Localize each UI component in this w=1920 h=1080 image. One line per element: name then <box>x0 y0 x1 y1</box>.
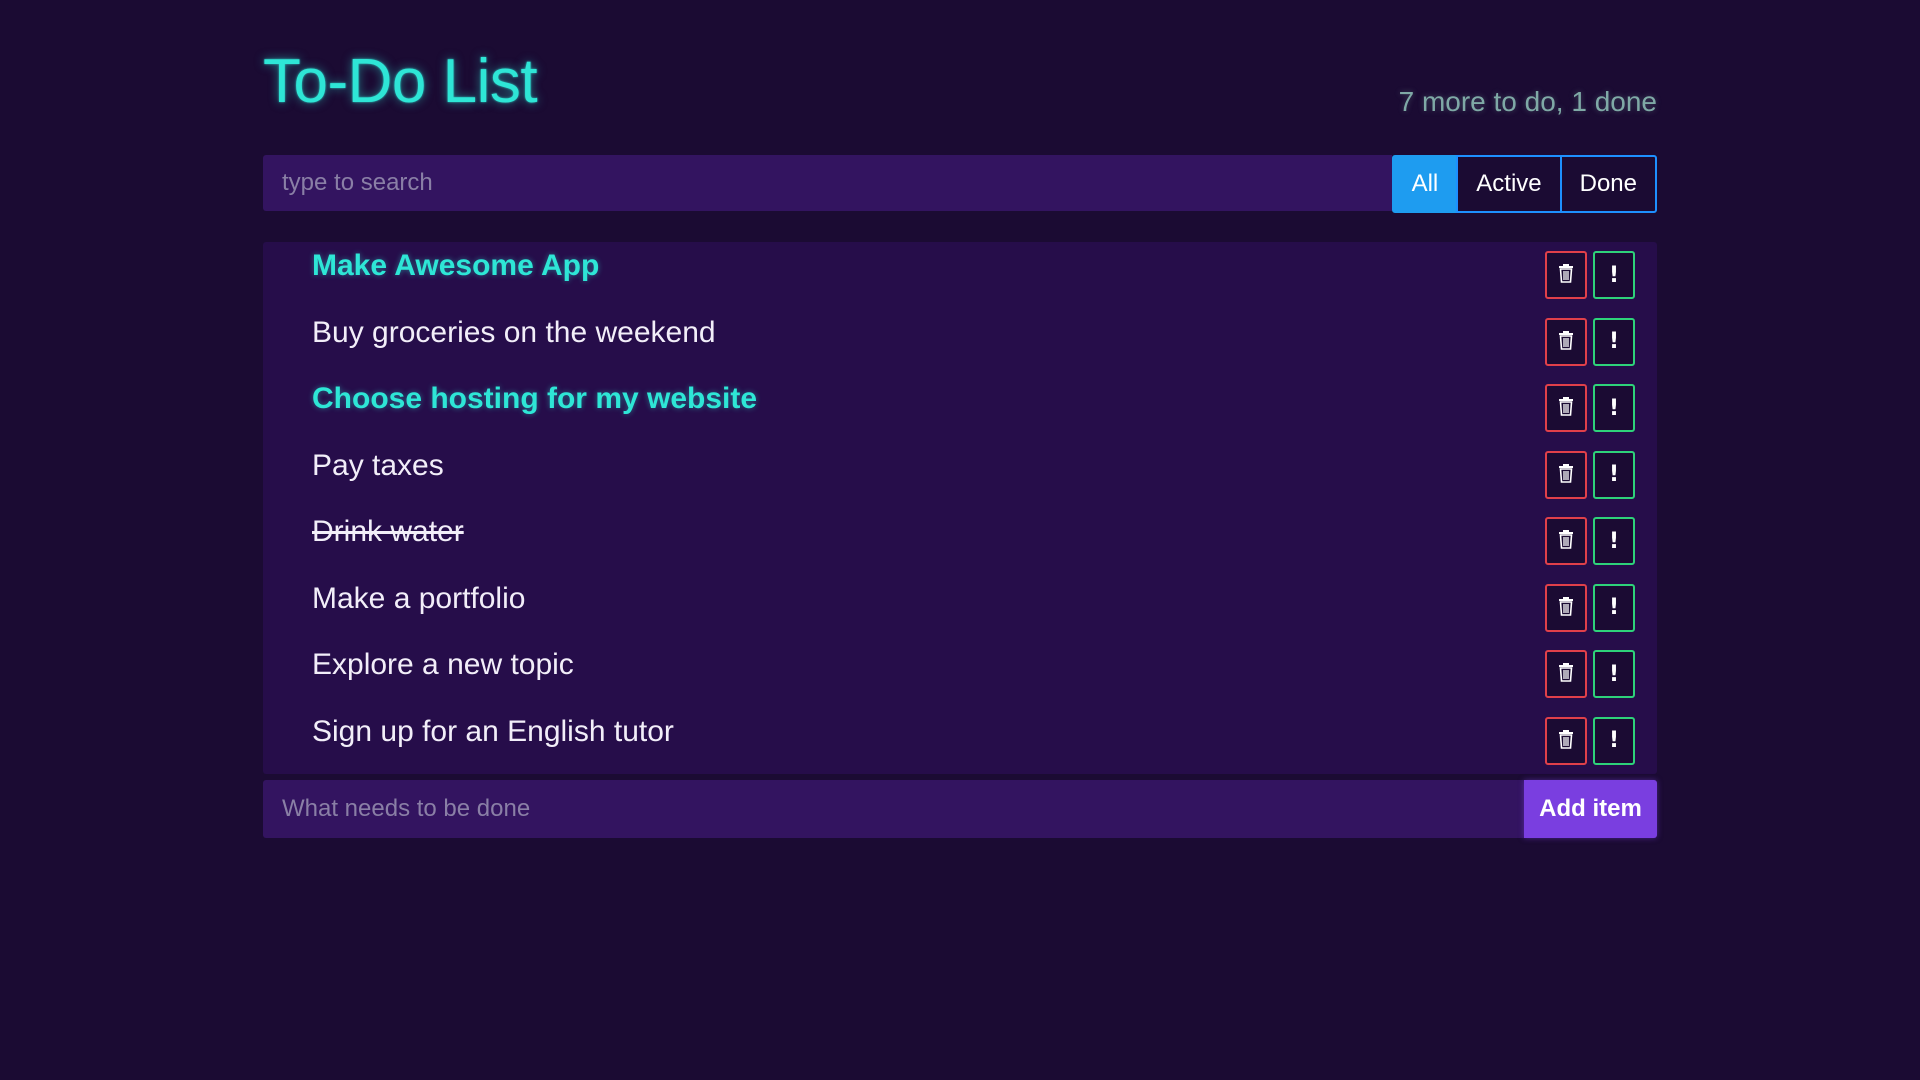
exclamation-icon: ! <box>1608 595 1620 620</box>
new-item-input[interactable] <box>263 780 1524 838</box>
list-item: Buy groceries on the weekend! <box>263 309 1657 376</box>
mark-important-button[interactable]: ! <box>1593 517 1635 565</box>
delete-button[interactable] <box>1545 450 1587 499</box>
list-item: Choose hosting for my website! <box>263 375 1657 442</box>
exclamation-icon: ! <box>1608 528 1620 554</box>
todo-item-label[interactable]: Pay taxes <box>312 449 444 483</box>
trash-icon <box>1558 463 1574 487</box>
list-item: Sign up for an English tutor! <box>263 708 1657 775</box>
todo-item-label[interactable]: Buy groceries on the weekend <box>312 316 716 350</box>
trash-icon <box>1558 529 1574 553</box>
trash-icon <box>1558 596 1574 620</box>
mark-important-button[interactable]: ! <box>1593 251 1635 299</box>
exclamation-icon: ! <box>1608 329 1620 354</box>
mark-important-button[interactable]: ! <box>1593 716 1635 765</box>
delete-button[interactable] <box>1545 716 1587 765</box>
item-actions: ! <box>1545 650 1635 698</box>
item-actions: ! <box>1545 450 1635 499</box>
todo-item-label[interactable]: Make a portfolio <box>312 582 525 616</box>
exclamation-icon: ! <box>1608 395 1620 421</box>
list-item: Drink water! <box>263 508 1657 575</box>
item-actions: ! <box>1545 517 1635 565</box>
filter-active-button[interactable]: Active <box>1456 155 1562 213</box>
delete-button[interactable] <box>1545 317 1587 366</box>
item-actions: ! <box>1545 317 1635 366</box>
trash-icon <box>1558 263 1574 287</box>
exclamation-icon: ! <box>1608 462 1620 487</box>
trash-icon <box>1558 396 1574 420</box>
mark-important-button[interactable]: ! <box>1593 450 1635 499</box>
todo-item-label[interactable]: Explore a new topic <box>312 648 574 682</box>
delete-button[interactable] <box>1545 583 1587 632</box>
todo-list: Make Awesome App! Buy groceries on the we… <box>263 242 1657 774</box>
exclamation-icon: ! <box>1608 262 1620 288</box>
todo-item-label[interactable]: Drink water <box>312 515 464 549</box>
list-item: Pay taxes! <box>263 442 1657 509</box>
delete-button[interactable] <box>1545 384 1587 432</box>
trash-icon <box>1558 662 1574 686</box>
status-counter: 7 more to do, 1 done <box>1398 86 1657 117</box>
app-header: To-Do List 7 more to do, 1 done <box>263 0 1657 155</box>
mark-important-button[interactable]: ! <box>1593 650 1635 698</box>
filter-all-button[interactable]: All <box>1391 155 1459 213</box>
todo-item-label[interactable]: Make Awesome App <box>312 249 599 283</box>
item-actions: ! <box>1545 384 1635 432</box>
exclamation-icon: ! <box>1608 728 1620 753</box>
exclamation-icon: ! <box>1608 661 1620 687</box>
mark-important-button[interactable]: ! <box>1593 384 1635 432</box>
search-input[interactable] <box>263 155 1392 211</box>
list-item: Make a portfolio! <box>263 575 1657 642</box>
add-item-form: Add item <box>263 780 1657 838</box>
todo-item-label[interactable]: Choose hosting for my website <box>312 382 757 416</box>
delete-button[interactable] <box>1545 251 1587 299</box>
page-title: To-Do List <box>263 47 538 116</box>
status-filter: All Active Done <box>1391 155 1657 213</box>
item-actions: ! <box>1545 251 1635 299</box>
filter-done-button[interactable]: Done <box>1559 155 1657 213</box>
add-item-button[interactable]: Add item <box>1524 780 1657 838</box>
trash-icon <box>1558 330 1574 354</box>
list-item: Make Awesome App! <box>263 242 1657 309</box>
delete-button[interactable] <box>1545 517 1587 565</box>
item-actions: ! <box>1545 583 1635 632</box>
item-actions: ! <box>1545 716 1635 765</box>
delete-button[interactable] <box>1545 650 1587 698</box>
mark-important-button[interactable]: ! <box>1593 317 1635 366</box>
mark-important-button[interactable]: ! <box>1593 583 1635 632</box>
search-panel: All Active Done <box>263 155 1657 213</box>
todo-app: To-Do List 7 more to do, 1 done All Acti… <box>263 0 1657 838</box>
todo-item-label[interactable]: Sign up for an English tutor <box>312 715 674 749</box>
trash-icon <box>1558 729 1574 753</box>
list-item: Explore a new topic! <box>263 641 1657 708</box>
